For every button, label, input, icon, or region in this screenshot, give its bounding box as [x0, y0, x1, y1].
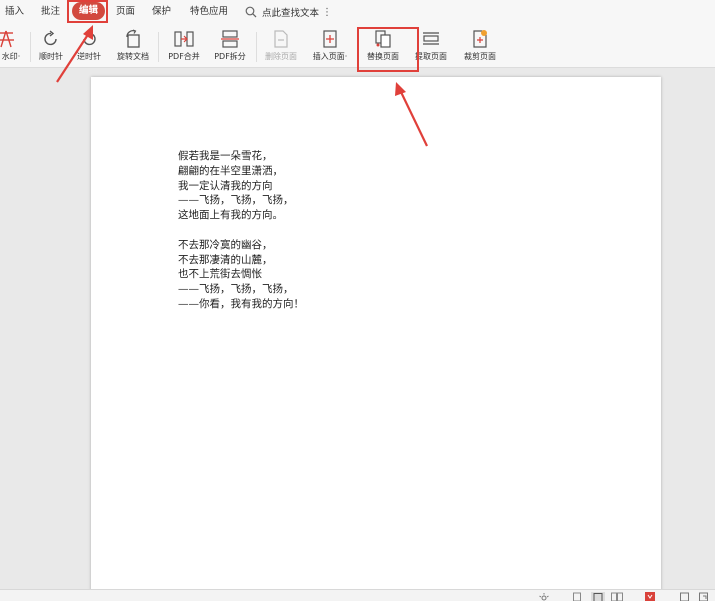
poem-line: 我一定认清我的方向: [178, 179, 273, 192]
pdf-merge-button[interactable]: PDF合并: [159, 28, 209, 66]
search-label: 点此查找文本: [262, 8, 320, 19]
pdf-merge-label: PDF合并: [168, 52, 200, 61]
rotate-counterclockwise-button[interactable]: 逆时针: [64, 28, 114, 66]
replace-page-highlight-box: [357, 27, 419, 72]
watermark-button[interactable]: 水印·: [0, 28, 26, 66]
insert-page-label: 插入页面·: [312, 52, 348, 61]
edit-tab-highlight-box: [67, 0, 108, 23]
find-text-search[interactable]: 点此查找文本 ⋮: [245, 3, 332, 21]
crop-page-label: 裁剪页面: [464, 52, 496, 61]
single-page-view-icon[interactable]: [572, 592, 582, 601]
rotate-counterclockwise-label: 逆时针: [77, 52, 101, 61]
delete-page-button[interactable]: 删除页面: [256, 28, 306, 66]
menu-featured-apps[interactable]: 特色应用: [190, 5, 228, 19]
search-icon: [245, 6, 257, 18]
stanza-gap: [178, 223, 304, 238]
pdf-split-icon: [221, 30, 239, 48]
rotate-document-icon: [126, 29, 140, 48]
rotate-clockwise-icon: [44, 30, 57, 46]
poem-line: ——飞扬，飞扬，飞扬，: [178, 283, 294, 296]
poem-line: ——你看，我有我的方向！: [178, 297, 304, 310]
insert-page-button[interactable]: 插入页面·: [305, 28, 355, 66]
delete-page-label: 删除页面: [265, 52, 297, 61]
pdf-merge-icon: [174, 31, 194, 47]
status-bar: [0, 589, 715, 601]
rotate-counterclockwise-icon: [83, 30, 96, 46]
rotate-document-button[interactable]: 旋转文档: [108, 28, 158, 66]
fullscreen-icon[interactable]: [698, 592, 710, 601]
rotate-document-label: 旋转文档: [117, 52, 149, 61]
watermark-icon: [0, 30, 14, 48]
insert-page-icon: [323, 30, 337, 48]
menu-protect[interactable]: 保护: [152, 5, 171, 19]
pdf-split-label: PDF拆分: [214, 52, 246, 61]
brightness-icon[interactable]: [538, 592, 550, 601]
poem-line: 翩翩的在半空里潇洒，: [178, 164, 283, 177]
poem-line: 不去那凄清的山麓，: [178, 253, 273, 266]
poem-line: 也不上荒街去惆怅: [178, 268, 262, 281]
crop-page-icon: [473, 30, 487, 48]
poem-text: 假若我是一朵雪花， 翩翩的在半空里潇洒， 我一定认清我的方向 ——飞扬，飞扬，飞…: [178, 149, 304, 312]
read-mode-icon[interactable]: [644, 592, 656, 601]
fit-page-icon[interactable]: [679, 592, 691, 601]
rotate-clockwise-label: 顺时针: [39, 52, 63, 61]
two-page-view-icon[interactable]: [611, 592, 623, 601]
document-page[interactable]: 假若我是一朵雪花， 翩翩的在半空里潇洒， 我一定认清我的方向 ——飞扬，飞扬，飞…: [91, 77, 661, 597]
more-options-icon[interactable]: ⋮: [322, 7, 332, 18]
document-canvas[interactable]: 假若我是一朵雪花， 翩翩的在半空里潇洒， 我一定认清我的方向 ——飞扬，飞扬，飞…: [0, 69, 715, 597]
poem-line: 不去那冷寞的幽谷，: [178, 238, 273, 251]
poem-line: ——飞扬，飞扬，飞扬，: [178, 194, 294, 207]
extract-page-icon: [423, 32, 439, 45]
pdf-split-button[interactable]: PDF拆分: [205, 28, 255, 66]
poem-line: 这地面上有我的方向。: [178, 209, 283, 222]
poem-line: 假若我是一朵雪花，: [178, 150, 273, 162]
extract-page-label: 提取页面: [415, 52, 447, 61]
crop-page-button[interactable]: 裁剪页面: [455, 28, 505, 66]
delete-page-icon: [274, 30, 288, 48]
continuous-view-icon[interactable]: [591, 592, 605, 601]
menu-annotate[interactable]: 批注: [41, 5, 60, 19]
menu-insert[interactable]: 插入: [5, 5, 24, 19]
watermark-label: 水印·: [1, 52, 21, 61]
menu-page[interactable]: 页面: [116, 5, 135, 19]
